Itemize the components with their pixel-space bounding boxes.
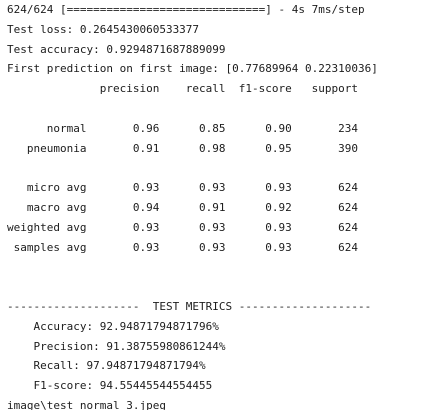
report-row-weighted-avg: weighted avg 0.93 0.93 0.93 624: [7, 220, 358, 234]
report-row-samples-avg: samples avg 0.93 0.93 0.93 624: [7, 240, 358, 254]
metric-precision: Precision: 91.38755980861244%: [7, 339, 226, 353]
first-prediction-line: First prediction on first image: [0.7768…: [7, 62, 378, 76]
report-header: precision recall f1-score support: [7, 82, 358, 96]
metrics-banner: -------------------- TEST METRICS ------…: [7, 299, 372, 313]
metric-recall: Recall: 97.94871794871794%: [7, 359, 206, 373]
progress-line: 624/624 [==============================]…: [7, 3, 365, 16]
test-loss-line: Test loss: 0.2645430060533377: [7, 22, 200, 36]
metric-accuracy: Accuracy: 92.94871794871796%: [7, 319, 219, 333]
console-output: 624/624 [==============================]…: [0, 0, 426, 410]
report-row-normal: normal 0.96 0.85 0.90 234: [7, 121, 358, 135]
test-accuracy-line: Test accuracy: 0.9294871687889099: [7, 42, 226, 56]
console-text-block: 624/624 [==============================]…: [7, 0, 426, 410]
truncated-path-line: image\test_normal_3.jpeg: [7, 398, 166, 410]
report-row-macro-avg: macro avg 0.94 0.91 0.92 624: [7, 200, 358, 214]
report-row-micro-avg: micro avg 0.93 0.93 0.93 624: [7, 181, 358, 195]
report-row-pneumonia: pneumonia 0.91 0.98 0.95 390: [7, 141, 358, 155]
metric-f1: F1-score: 94.55445544554455: [7, 379, 213, 393]
